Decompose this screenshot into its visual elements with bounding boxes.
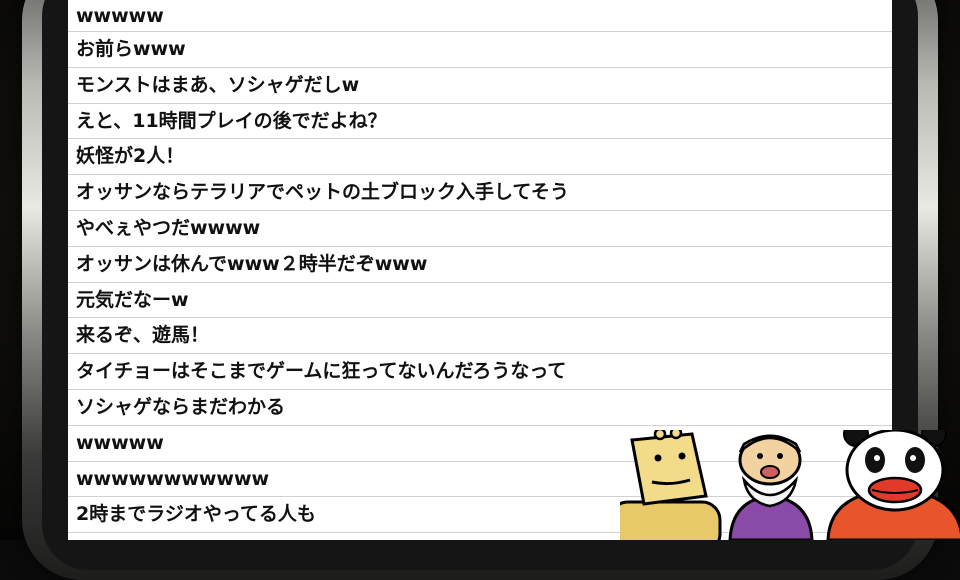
comment-row: 妖怪が2人！ (68, 139, 892, 176)
comment-row: オッサンは休んでwww２時半だぞwww (68, 247, 892, 283)
comment-row: ソシャゲならまだわかる (68, 390, 892, 426)
square-head-character-icon (620, 430, 722, 540)
comment-row: お前らwww (68, 32, 892, 68)
grandpa-character-icon (728, 434, 814, 540)
characters-group (620, 430, 960, 540)
comment-row: やべぇやつだwwww (68, 211, 892, 247)
comment-row: タイチョーはそこまでゲームに狂ってないんだろうなって (68, 354, 892, 390)
comment-row: 来るぞ、遊馬！ (68, 318, 892, 355)
comment-row: オッサンならテラリアでペットの土ブロック入手してそう (68, 175, 892, 211)
comment-row: 元気だなーw (68, 283, 892, 319)
comment-row: モンストはまあ、ソシャゲだしw (68, 68, 892, 104)
panda-character-icon (826, 430, 960, 540)
comment-row: wwwww (68, 0, 892, 32)
comment-row: えと、11時間プレイの後でだよね？ (68, 104, 892, 140)
